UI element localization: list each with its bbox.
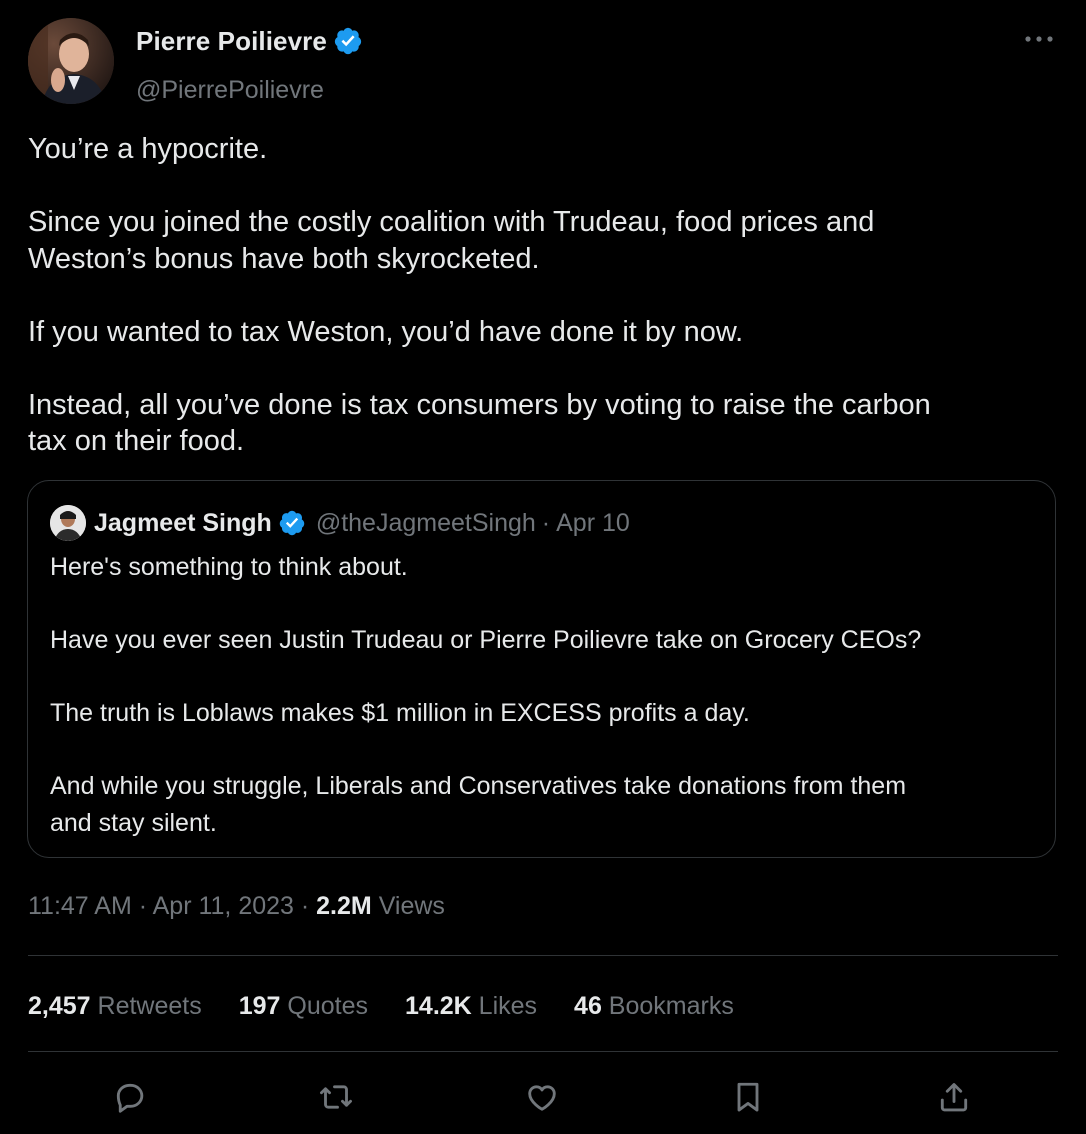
quotes-label: Quotes <box>280 991 369 1020</box>
engagement-stats: 2,457 Retweets 197 Quotes 14.2K Likes 46… <box>28 988 771 1024</box>
quoted-text-line: The truth is Loblaws makes $1 million in… <box>50 699 750 727</box>
reply-icon <box>116 1083 144 1113</box>
retweets-count: 2,457 <box>28 991 91 1020</box>
quoted-tweet[interactable]: Jagmeet Singh @theJagmeetSingh · Apr 10 … <box>27 480 1056 858</box>
views-label: Views <box>371 892 445 920</box>
tweet-text-line: Since you joined the costly coalition wi… <box>28 206 875 238</box>
tweet-date[interactable]: Apr 11, 2023 <box>153 892 294 920</box>
tweet-text-line: tax on their food. <box>28 425 245 457</box>
bookmarks-label: Bookmarks <box>601 991 734 1020</box>
quoted-author-handle: @theJagmeetSingh <box>315 508 536 537</box>
bookmarks-stat[interactable]: 46 Bookmarks <box>574 992 734 1021</box>
quoted-separator: · <box>541 508 551 537</box>
author-avatar[interactable] <box>28 18 114 104</box>
bookmark-button[interactable] <box>725 1074 771 1120</box>
bookmarks-count: 46 <box>574 991 602 1020</box>
quoted-tweet-header: Jagmeet Singh @theJagmeetSingh · Apr 10 <box>50 503 630 543</box>
tweet-text: You’re a hypocrite. Since you joined the … <box>28 131 1058 460</box>
tweet-time[interactable]: 11:47 AM <box>28 892 132 920</box>
divider <box>28 955 1058 956</box>
tweet-header: Pierre Poilievre @PierrePoilievre <box>28 18 1058 108</box>
author-avatar-image <box>28 18 114 104</box>
likes-count: 14.2K <box>405 991 472 1020</box>
author-handle[interactable]: @PierrePoilievre <box>136 76 324 105</box>
quoted-author-avatar <box>50 505 86 541</box>
retweet-icon <box>320 1085 352 1109</box>
verified-badge-icon <box>279 510 305 536</box>
divider <box>28 1051 1058 1052</box>
quoted-text-line: Here's something to think about. <box>50 553 408 581</box>
retweets-label: Retweets <box>90 991 202 1020</box>
share-button[interactable] <box>931 1074 977 1120</box>
author-name-row: Pierre Poilievre <box>136 24 363 58</box>
likes-stat[interactable]: 14.2K Likes <box>405 992 537 1021</box>
retweets-stat[interactable]: 2,457 Retweets <box>28 992 202 1021</box>
meta-separator: · <box>131 892 153 920</box>
quotes-stat[interactable]: 197 Quotes <box>239 992 368 1021</box>
tweet-meta: 11:47 AM · Apr 11, 2023 · 2.2M Views <box>28 892 445 921</box>
retweet-button[interactable] <box>313 1074 359 1120</box>
verified-badge-icon <box>334 27 362 55</box>
views-count: 2.2M <box>316 892 372 920</box>
quoted-text-line: And while you struggle, Liberals and Con… <box>50 772 907 800</box>
tweet-text-line: You’re a hypocrite. <box>28 133 268 165</box>
meta-separator: · <box>293 892 317 920</box>
quotes-count: 197 <box>238 991 281 1020</box>
quoted-text-line: Have you ever seen Justin Trudeau or Pie… <box>50 626 922 654</box>
quoted-author-display-name: Jagmeet Singh <box>94 508 272 537</box>
share-icon <box>940 1083 968 1112</box>
likes-label: Likes <box>471 991 538 1020</box>
reply-button[interactable] <box>107 1074 153 1120</box>
tweet-text-line: Instead, all you’ve done is tax consumer… <box>28 388 931 421</box>
more-options-icon[interactable] <box>1024 32 1054 46</box>
quoted-date: Apr 10 <box>556 508 630 537</box>
author-display-name[interactable]: Pierre Poilievre <box>136 26 327 57</box>
tweet-text-line: If you wanted to tax Weston, you’d have … <box>28 315 744 348</box>
quoted-text-line: and stay silent. <box>50 808 217 837</box>
like-button[interactable] <box>519 1074 565 1120</box>
quoted-tweet-text: Here's something to think about. Have you… <box>50 549 1040 841</box>
like-icon <box>528 1085 556 1111</box>
action-bar <box>0 1074 1086 1120</box>
bookmark-icon <box>737 1082 759 1112</box>
tweet-text-line: Weston’s bonus have both skyrocketed. <box>28 242 540 275</box>
quoted-author-avatar-image <box>50 505 86 541</box>
